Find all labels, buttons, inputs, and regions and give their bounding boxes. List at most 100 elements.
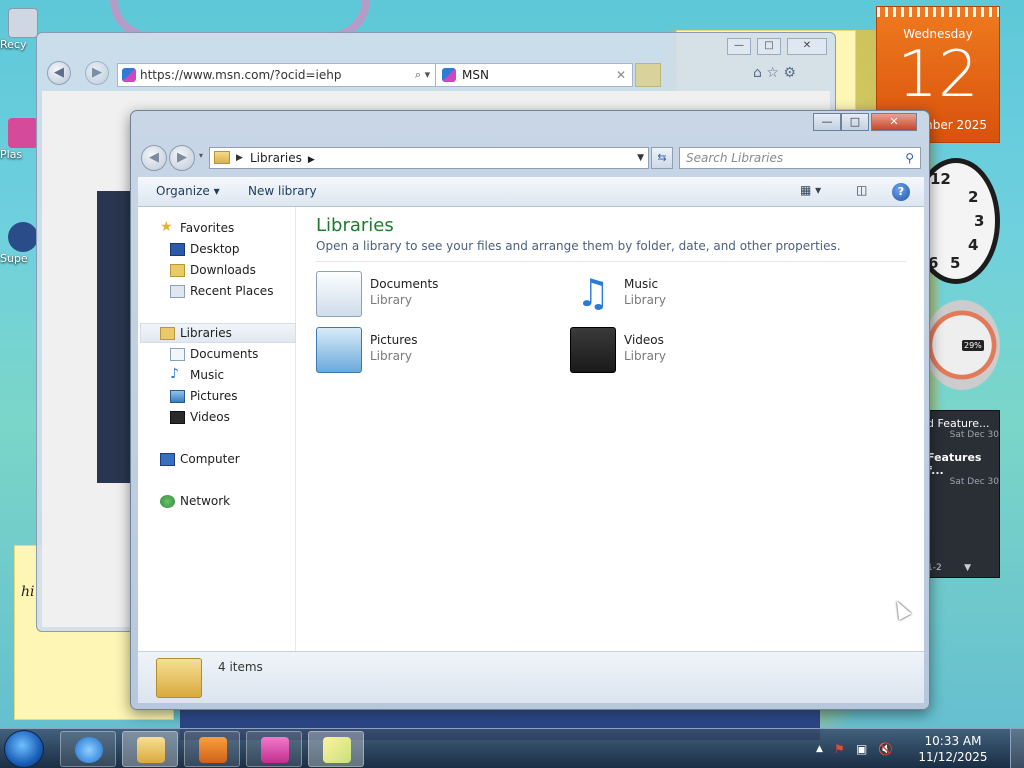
breadcrumb-libraries[interactable]: Libraries bbox=[250, 151, 302, 165]
feed-item[interactable]: Features f... Sat Dec 30 bbox=[927, 451, 999, 487]
volume-muted-icon[interactable]: 🔇 bbox=[878, 742, 893, 756]
taskbar-internet-explorer[interactable] bbox=[60, 731, 116, 767]
nav-favorites[interactable]: ★ Favorites bbox=[160, 219, 235, 235]
ie-minimize-button[interactable]: — bbox=[727, 38, 751, 55]
library-tile-videos[interactable]: Videos Library bbox=[570, 327, 800, 375]
msn-favicon bbox=[442, 68, 456, 82]
nav-network[interactable]: Network bbox=[160, 494, 231, 508]
feed-item-title: d Feature... bbox=[927, 417, 990, 430]
nav-music[interactable]: ♪ Music bbox=[170, 366, 224, 382]
forward-button[interactable]: ▶ bbox=[169, 145, 195, 171]
nav-documents[interactable]: Documents bbox=[170, 347, 259, 361]
ie-tab-close-icon[interactable]: ✕ bbox=[616, 64, 626, 86]
address-dropdown-icon[interactable]: ▼ bbox=[637, 148, 644, 168]
music-icon: ♫ bbox=[575, 271, 611, 315]
feed-headlines-gadget[interactable]: d Feature... Sat Dec 30 Features f... Sa… bbox=[922, 410, 1000, 578]
nav-libraries[interactable]: Libraries bbox=[160, 326, 232, 340]
preview-pane-icon[interactable]: ◫ bbox=[856, 183, 867, 197]
nav-network-label: Network bbox=[180, 494, 231, 508]
library-tile-documents[interactable]: Documents Library bbox=[316, 271, 546, 319]
desktop-icon bbox=[170, 243, 185, 256]
downloads-icon bbox=[170, 264, 185, 277]
recycle-bin-icon bbox=[8, 8, 38, 38]
feed-pager-down-icon[interactable]: ▼ bbox=[964, 563, 971, 573]
organize-button[interactable]: Organize ▾ bbox=[156, 184, 220, 198]
videos-icon bbox=[170, 411, 185, 424]
nav-documents-label: Documents bbox=[190, 347, 259, 361]
search-input[interactable]: Search Libraries ⚲ bbox=[679, 147, 921, 169]
libraries-icon bbox=[160, 327, 175, 340]
main-pane: Libraries Open a library to see your fil… bbox=[298, 207, 924, 651]
libraries-folder-icon bbox=[156, 658, 202, 698]
library-tile-type: Library bbox=[370, 349, 412, 363]
nav-desktop[interactable]: Desktop bbox=[170, 242, 240, 256]
ie-address-bar[interactable]: https://www.msn.com/?ocid=iehp ⌕ ▾ 🔒 ↻ bbox=[117, 63, 467, 87]
back-button[interactable]: ◀ bbox=[141, 145, 167, 171]
super-icon bbox=[8, 222, 38, 252]
refresh-button[interactable]: ⇆ bbox=[651, 147, 673, 169]
ie-new-tab-button[interactable] bbox=[635, 63, 661, 87]
nav-pictures-label: Pictures bbox=[190, 389, 238, 403]
library-tile-music[interactable]: ♫ Music Library bbox=[570, 271, 800, 319]
explorer-maximize-button[interactable]: □ bbox=[841, 113, 869, 131]
ie-back-button[interactable]: ◀ bbox=[47, 61, 71, 85]
ie-forward-button[interactable]: ▶ bbox=[85, 61, 109, 85]
taskbar-media-player[interactable] bbox=[184, 731, 240, 767]
nav-recent-places[interactable]: Recent Places bbox=[170, 284, 273, 298]
taskbar-time: 10:33 AM bbox=[924, 734, 982, 748]
videos-icon bbox=[570, 327, 616, 373]
page-subtitle: Open a library to see your files and arr… bbox=[316, 239, 841, 253]
nav-downloads[interactable]: Downloads bbox=[170, 263, 256, 277]
ie-tab-msn[interactable]: MSN ✕ bbox=[435, 63, 633, 87]
breadcrumb-separator-icon[interactable]: ▶ bbox=[236, 148, 243, 168]
explorer-window[interactable]: — □ ✕ ◀ ▶ ▾ ▶ Libraries ▶ ▼ ⇆ Search Libr… bbox=[130, 110, 930, 710]
paint-app-icon bbox=[261, 737, 289, 763]
nav-downloads-label: Downloads bbox=[190, 263, 256, 277]
network-status-icon[interactable]: ▣ bbox=[856, 742, 867, 756]
music-icon: ♪ bbox=[170, 366, 179, 382]
ie-url-text: https://www.msn.com/?ocid=iehp bbox=[140, 68, 342, 82]
search-icon[interactable]: ⚲ bbox=[905, 148, 914, 168]
network-icon bbox=[160, 495, 175, 508]
breadcrumb-arrow-icon[interactable]: ▶ bbox=[308, 155, 315, 165]
ie-close-button[interactable]: ✕ bbox=[787, 38, 827, 55]
new-library-button[interactable]: New library bbox=[248, 184, 317, 198]
recent-places-icon bbox=[170, 285, 185, 298]
taskbar-clock[interactable]: 10:33 AM 11/12/2025 bbox=[918, 733, 988, 765]
library-tile-pictures[interactable]: Pictures Library bbox=[316, 327, 546, 375]
nav-videos[interactable]: Videos bbox=[170, 410, 230, 424]
help-icon[interactable]: ? bbox=[892, 183, 910, 201]
nav-computer[interactable]: Computer bbox=[160, 452, 240, 466]
explorer-close-button[interactable]: ✕ bbox=[871, 113, 917, 131]
pictures-icon bbox=[316, 327, 362, 373]
library-tile-name: Documents bbox=[370, 277, 439, 291]
start-button[interactable] bbox=[4, 730, 44, 768]
clock-number: 5 bbox=[950, 254, 961, 272]
nav-favorites-label: Favorites bbox=[180, 221, 235, 235]
change-view-icon[interactable]: ▦ ▾ bbox=[800, 183, 821, 197]
show-desktop-button[interactable] bbox=[1010, 729, 1024, 768]
nav-libraries-label: Libraries bbox=[180, 326, 232, 340]
ie-home-star-gear-icon[interactable]: ⌂ ☆ ⚙ bbox=[753, 65, 796, 81]
recent-pages-dropdown-icon[interactable]: ▾ bbox=[199, 151, 203, 160]
computer-icon bbox=[160, 453, 175, 466]
show-hidden-icons-icon[interactable]: ▲ bbox=[816, 744, 823, 754]
calendar-month: mber 2025 bbox=[921, 118, 987, 132]
nav-pictures[interactable]: Pictures bbox=[170, 389, 238, 403]
nav-desktop-label: Desktop bbox=[190, 242, 240, 256]
cpu-meter-gadget[interactable]: 29% bbox=[924, 300, 1000, 390]
explorer-caption-buttons: — □ ✕ bbox=[813, 113, 923, 131]
feed-item[interactable]: d Feature... Sat Dec 30 bbox=[927, 417, 999, 440]
taskbar-sticky-notes[interactable] bbox=[308, 731, 364, 767]
library-tile-type: Library bbox=[624, 349, 666, 363]
action-center-icon[interactable]: ⚑ bbox=[834, 742, 845, 756]
ie-tab-title: MSN bbox=[462, 68, 489, 82]
plasma-icon bbox=[8, 118, 38, 148]
address-bar[interactable]: ▶ Libraries ▶ ▼ bbox=[209, 147, 649, 169]
pictures-icon bbox=[170, 390, 185, 403]
content-area: ★ Favorites Desktop Downloads Recent Pla… bbox=[138, 207, 924, 651]
explorer-minimize-button[interactable]: — bbox=[813, 113, 841, 131]
ie-maximize-button[interactable]: □ bbox=[757, 38, 781, 55]
taskbar-windows-explorer[interactable] bbox=[122, 731, 178, 767]
taskbar-paint-app[interactable] bbox=[246, 731, 302, 767]
